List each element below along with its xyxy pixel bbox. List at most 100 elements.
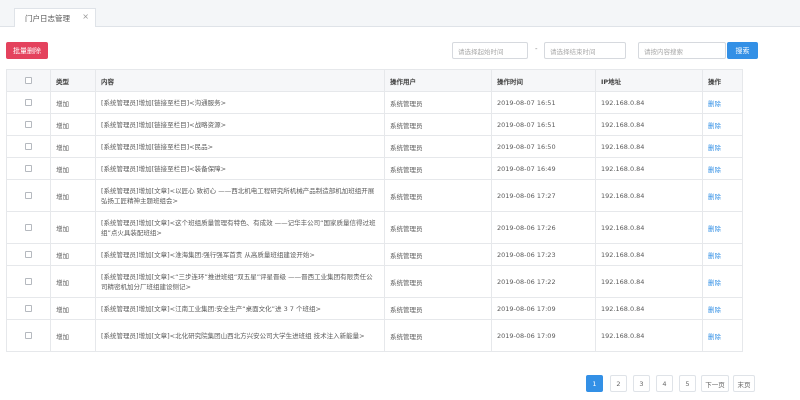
- user-cell: 系统管理员: [384, 91, 492, 114]
- ip-cell: 192.168.0.84: [595, 135, 703, 158]
- date-range-separator: -: [535, 45, 538, 53]
- time-cell: 2019-08-06 17:26: [491, 211, 596, 244]
- delete-link[interactable]: 删除: [702, 135, 743, 158]
- header-user: 操作用户: [384, 69, 492, 92]
- row-select-cell: [6, 113, 51, 136]
- row-checkbox[interactable]: [25, 99, 32, 106]
- log-table: 类型 内容 操作用户 操作时间 IP地址 操作 增加 [系统管理员]增加[链接至栏…: [6, 69, 743, 352]
- search-button[interactable]: 搜索: [727, 42, 758, 59]
- table-row: 增加 [系统管理员]增加[链接至栏目]<沟通服务> 系统管理员 2019-08-07 …: [6, 91, 743, 114]
- table-body: 增加 [系统管理员]增加[链接至栏目]<沟通服务> 系统管理员 2019-08-07 …: [6, 91, 743, 352]
- delete-link[interactable]: 删除: [702, 243, 743, 266]
- delete-link[interactable]: 删除: [702, 179, 743, 212]
- table-header-row: 类型 内容 操作用户 操作时间 IP地址 操作: [6, 69, 743, 92]
- header-time: 操作时间: [491, 69, 596, 92]
- user-cell: 系统管理员: [384, 157, 492, 180]
- type-cell: 增加: [50, 135, 96, 158]
- user-cell: 系统管理员: [384, 243, 492, 266]
- row-checkbox[interactable]: [25, 305, 32, 312]
- user-cell: 系统管理员: [384, 113, 492, 136]
- page-button-5[interactable]: 5: [679, 375, 696, 392]
- content-cell: [系统管理员]增加[文章]<江南工业集团:安全生产“桌面文化”进 3 7 个班组…: [95, 297, 385, 320]
- delete-link[interactable]: 删除: [702, 319, 743, 352]
- user-cell: 系统管理员: [384, 265, 492, 298]
- user-cell: 系统管理员: [384, 319, 492, 352]
- delete-link[interactable]: 删除: [702, 211, 743, 244]
- page-button-2[interactable]: 2: [610, 375, 627, 392]
- ip-cell: 192.168.0.84: [595, 157, 703, 180]
- row-select-cell: [6, 179, 51, 212]
- toolbar: 批量删除 请选择起始时间 - 请选择结束时间 请按内容搜索 搜索: [0, 40, 800, 62]
- content-cell: [系统管理员]增加[文章]<淮海集团:强行强军首责 从高质量班组建设开始>: [95, 243, 385, 266]
- row-checkbox[interactable]: [25, 278, 32, 285]
- time-cell: 2019-08-06 17:23: [491, 243, 596, 266]
- ip-cell: 192.168.0.84: [595, 319, 703, 352]
- content-cell: [系统管理员]增加[文章]<“三步连环”推进班组“双五星”评星晋级 ——晋西工业…: [95, 265, 385, 298]
- type-cell: 增加: [50, 265, 96, 298]
- ip-cell: 192.168.0.84: [595, 243, 703, 266]
- type-cell: 增加: [50, 91, 96, 114]
- close-icon[interactable]: ×: [82, 13, 89, 21]
- ip-cell: 192.168.0.84: [595, 265, 703, 298]
- ip-cell: 192.168.0.84: [595, 211, 703, 244]
- table-row: 增加 [系统管理员]增加[文章]<“三步连环”推进班组“双五星”评星晋级 ——晋西…: [6, 265, 743, 298]
- row-select-cell: [6, 91, 51, 114]
- tab-portal-log-management[interactable]: 门户日志管理 ×: [14, 8, 96, 27]
- row-checkbox[interactable]: [25, 192, 32, 199]
- delete-link[interactable]: 删除: [702, 91, 743, 114]
- delete-link[interactable]: 删除: [702, 297, 743, 320]
- row-select-cell: [6, 265, 51, 298]
- content-cell: [系统管理员]增加[文章]<北化研究院集团山西北方兴安公司大学生进班组 技术注入…: [95, 319, 385, 352]
- delete-link[interactable]: 删除: [702, 113, 743, 136]
- row-select-cell: [6, 157, 51, 180]
- table-row: 增加 [系统管理员]增加[文章]<北化研究院集团山西北方兴安公司大学生进班组 技术…: [6, 319, 743, 352]
- type-cell: 增加: [50, 113, 96, 136]
- row-checkbox[interactable]: [25, 165, 32, 172]
- time-cell: 2019-08-07 16:49: [491, 157, 596, 180]
- end-time-input[interactable]: 请选择结束时间: [544, 42, 626, 59]
- row-select-cell: [6, 135, 51, 158]
- header-action: 操作: [702, 69, 743, 92]
- row-select-cell: [6, 211, 51, 244]
- user-cell: 系统管理员: [384, 297, 492, 320]
- tab-bar: 门户日志管理 ×: [0, 0, 800, 27]
- content-search-input[interactable]: 请按内容搜索: [638, 42, 726, 59]
- table-row: 增加 [系统管理员]增加[链接至栏目]<装备保障> 系统管理员 2019-08-07 …: [6, 157, 743, 180]
- user-cell: 系统管理员: [384, 211, 492, 244]
- delete-link[interactable]: 删除: [702, 265, 743, 298]
- row-checkbox[interactable]: [25, 143, 32, 150]
- page-button-3[interactable]: 3: [633, 375, 650, 392]
- table-row: 增加 [系统管理员]增加[链接至栏目]<民品> 系统管理员 2019-08-07 16…: [6, 135, 743, 158]
- start-time-input[interactable]: 请选择起始时间: [452, 42, 528, 59]
- batch-delete-button[interactable]: 批量删除: [6, 42, 48, 59]
- page-button-4[interactable]: 4: [656, 375, 673, 392]
- delete-link[interactable]: 删除: [702, 157, 743, 180]
- time-cell: 2019-08-06 17:09: [491, 297, 596, 320]
- tab-label: 门户日志管理: [25, 13, 70, 23]
- table-row: 增加 [系统管理员]增加[文章]<江南工业集团:安全生产“桌面文化”进 3 7 个…: [6, 297, 743, 320]
- next-page-button[interactable]: 下一页: [701, 375, 729, 392]
- ip-cell: 192.168.0.84: [595, 113, 703, 136]
- time-cell: 2019-08-06 17:09: [491, 319, 596, 352]
- row-select-cell: [6, 243, 51, 266]
- type-cell: 增加: [50, 179, 96, 212]
- content-cell: [系统管理员]增加[文章]<这个班组质量管理有特色、有成效 ——记华丰公司“国家…: [95, 211, 385, 244]
- time-cell: 2019-08-06 17:27: [491, 179, 596, 212]
- page-button-1[interactable]: 1: [586, 375, 603, 392]
- ip-cell: 192.168.0.84: [595, 91, 703, 114]
- row-checkbox[interactable]: [25, 332, 32, 339]
- row-checkbox[interactable]: [25, 251, 32, 258]
- type-cell: 增加: [50, 211, 96, 244]
- select-all-checkbox[interactable]: [25, 77, 32, 84]
- row-checkbox[interactable]: [25, 121, 32, 128]
- user-cell: 系统管理员: [384, 135, 492, 158]
- row-checkbox[interactable]: [25, 224, 32, 231]
- content-cell: [系统管理员]增加[链接至栏目]<沟通服务>: [95, 91, 385, 114]
- content-cell: [系统管理员]增加[链接至栏目]<装备保障>: [95, 157, 385, 180]
- content-cell: [系统管理员]增加[文章]<以匠心 致初心 ——西北机电工程研究所机械产品制造部…: [95, 179, 385, 212]
- table-row: 增加 [系统管理员]增加[链接至栏目]<战略资源> 系统管理员 2019-08-07 …: [6, 113, 743, 136]
- content-cell: [系统管理员]增加[链接至栏目]<战略资源>: [95, 113, 385, 136]
- type-cell: 增加: [50, 243, 96, 266]
- type-cell: 增加: [50, 157, 96, 180]
- last-page-button[interactable]: 末页: [733, 375, 755, 392]
